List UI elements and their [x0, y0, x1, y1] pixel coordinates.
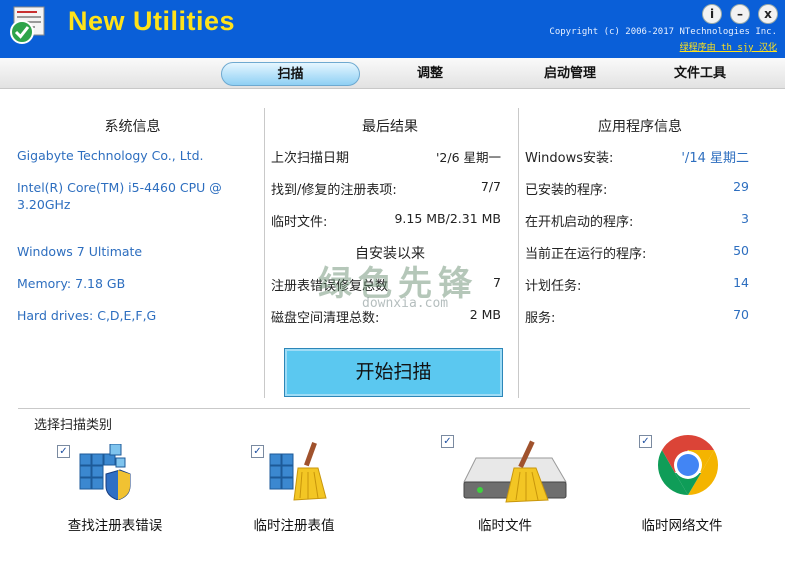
installed-programs-label: 已安装的程序:	[525, 183, 608, 198]
category-registry-label: 查找注册表错误	[67, 518, 163, 534]
services-label: 服务:	[525, 311, 556, 326]
system-memory: Memory: 7.18 GB	[17, 276, 126, 291]
services-value[interactable]: 70	[733, 307, 749, 322]
registry-shield-icon	[79, 444, 131, 500]
system-drives: Hard drives: C,D,E,F,G	[17, 308, 157, 323]
last-scan-date-label: 上次扫描日期	[271, 151, 350, 166]
registry-found-value: 7/7	[480, 179, 501, 194]
category-temp-internet-checkbox[interactable]: ✓	[639, 435, 652, 448]
windows-install-value: '/14 星期二	[681, 151, 749, 166]
running-programs-value[interactable]: 50	[733, 243, 749, 258]
app-title: New Utilities	[68, 6, 236, 36]
system-manufacturer: Gigabyte Technology Co., Ltd.	[17, 148, 204, 163]
tab-startup-manager[interactable]: 启动管理	[515, 62, 625, 86]
temp-files-label: 临时文件:	[271, 215, 328, 230]
category-temp-registry-checkbox[interactable]: ✓	[251, 445, 264, 458]
divider-right	[518, 108, 519, 398]
app-logo-icon	[10, 6, 45, 44]
copyright-text: Copyright (c) 2006-2017 NTechnologies In…	[549, 27, 777, 37]
drive-broom-icon	[463, 440, 567, 503]
temp-files-value: 9.15 MB/2.31 MB	[394, 211, 501, 226]
close-button[interactable]: x	[758, 4, 778, 24]
category-temp-files-checkbox[interactable]: ✓	[441, 435, 454, 448]
credit-link[interactable]: 绿程序由 th_sjy 汉化	[680, 40, 777, 53]
chrome-icon	[657, 435, 719, 495]
registry-broom-icon	[269, 442, 327, 501]
scan-categories-title: 选择扫描类别	[34, 418, 113, 433]
scheduled-tasks-label: 计划任务:	[525, 279, 582, 294]
category-temp-registry-label: 临时注册表值	[253, 518, 335, 534]
scheduled-tasks-value[interactable]: 14	[733, 275, 749, 290]
watermark-sub: downxia.com	[362, 296, 449, 311]
minimize-button[interactable]: –	[730, 4, 750, 24]
last-scan-date-value: '2/6 星期一	[435, 150, 501, 165]
tab-file-tools[interactable]: 文件工具	[650, 62, 750, 86]
tab-tweak[interactable]: 调整	[380, 62, 480, 86]
windows-install-label: Windows安装:	[525, 151, 614, 166]
system-info-title: 系统信息	[104, 119, 161, 135]
system-cpu: Intel(R) Core(TM) i5-4460 CPU @ 3.20GHz	[17, 180, 222, 212]
category-temp-internet-label: 临时网络文件	[641, 518, 723, 534]
category-registry-checkbox[interactable]: ✓	[57, 445, 70, 458]
disk-cleaned-total-value: 2 MB	[469, 307, 501, 322]
installed-programs-value[interactable]: 29	[733, 179, 749, 194]
registry-fixed-total-value: 7	[493, 275, 501, 290]
system-os: Windows 7 Ultimate	[17, 244, 143, 259]
divider-left	[264, 108, 265, 398]
section-divider	[18, 408, 750, 409]
tab-scan[interactable]: 扫描	[221, 62, 360, 86]
info-button[interactable]: i	[702, 4, 722, 24]
running-programs-label: 当前正在运行的程序:	[525, 247, 647, 262]
app-info-title: 应用程序信息	[598, 119, 682, 135]
startup-programs-label: 在开机启动的程序:	[525, 215, 634, 230]
last-results-title: 最后结果	[362, 119, 418, 135]
registry-found-label: 找到/修复的注册表项:	[271, 183, 397, 198]
category-temp-files-label: 临时文件	[478, 518, 532, 534]
startup-programs-value[interactable]: 3	[741, 211, 749, 226]
tab-bar: 扫描 调整 启动管理 文件工具	[0, 58, 785, 89]
start-scan-button[interactable]: 开始扫描	[284, 348, 503, 397]
title-bar: New Utilities i – x Copyright (c) 2006-2…	[0, 0, 785, 58]
